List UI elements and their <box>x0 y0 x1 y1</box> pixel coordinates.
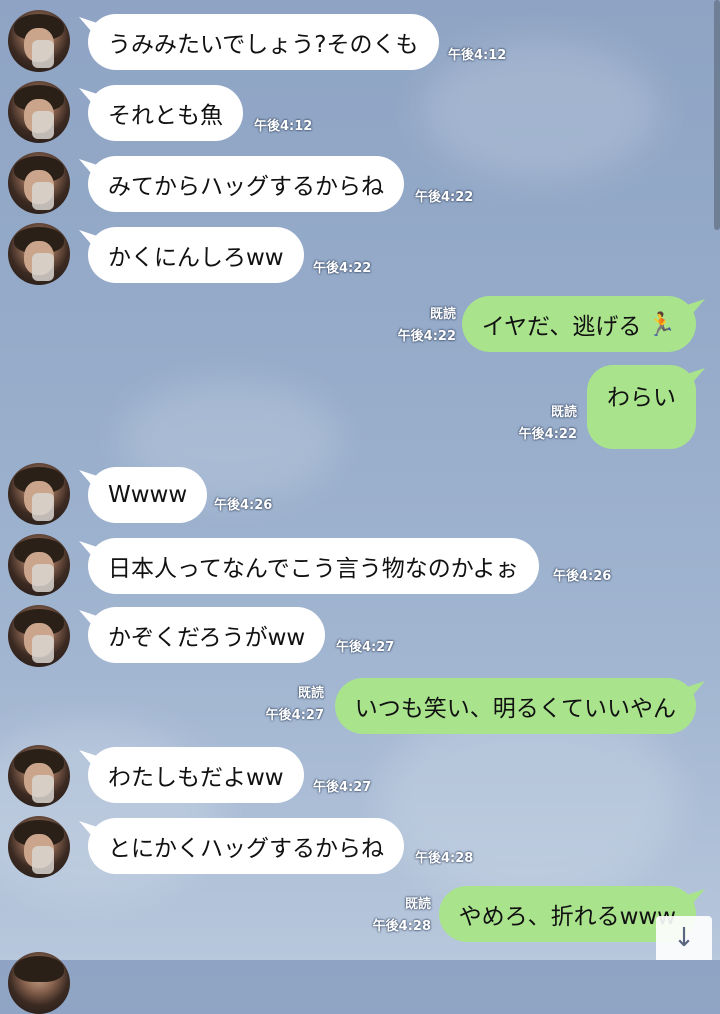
incoming-bubble[interactable]: とにかくハッグするからね <box>88 818 404 874</box>
incoming-bubble[interactable]: Wwww <box>88 467 208 523</box>
timestamp: 午後4:22 <box>518 427 577 442</box>
incoming-bubble[interactable]: うみみたいでしょう?そのくも <box>88 14 439 70</box>
read-receipt: 既読 <box>550 405 577 420</box>
avatar[interactable] <box>8 81 70 143</box>
timestamp: 午後4:27 <box>265 708 324 723</box>
message-text: イヤだ、逃げる <box>481 314 642 340</box>
read-receipt: 既読 <box>404 897 431 912</box>
read-receipt: 既読 <box>429 307 456 322</box>
running-person-icon: 🏃 <box>647 311 676 338</box>
outgoing-bubble[interactable]: イヤだ、逃げる 🏃 <box>461 296 696 352</box>
avatar[interactable] <box>8 463 70 525</box>
avatar[interactable] <box>8 745 70 807</box>
timestamp: 午後4:27 <box>313 780 372 795</box>
incoming-bubble[interactable]: 日本人ってなんでこう言う物なのかよぉ <box>88 538 539 594</box>
incoming-bubble[interactable]: それとも魚 <box>88 85 243 141</box>
read-receipt: 既読 <box>297 686 324 701</box>
timestamp: 午後4:22 <box>415 190 474 205</box>
timestamp: 午後4:28 <box>372 919 431 934</box>
timestamp: 午後4:27 <box>336 640 395 655</box>
incoming-bubble[interactable]: みてからハッグするからね <box>88 156 404 212</box>
outgoing-bubble[interactable]: わらい <box>587 365 696 449</box>
avatar[interactable] <box>8 816 70 878</box>
timestamp: 午後4:26 <box>214 498 273 513</box>
timestamp: 午後4:22 <box>397 329 456 344</box>
timestamp: 午後4:12 <box>448 48 507 63</box>
avatar[interactable] <box>8 952 70 1014</box>
timestamp: 午後4:12 <box>254 119 313 134</box>
avatar[interactable] <box>8 10 70 72</box>
incoming-bubble[interactable]: かくにんしろww <box>88 227 304 283</box>
avatar[interactable] <box>8 534 70 596</box>
arrow-down-icon[interactable]: ↓ <box>656 916 712 960</box>
timestamp: 午後4:28 <box>415 851 474 866</box>
avatar[interactable] <box>8 605 70 667</box>
avatar[interactable] <box>8 223 70 285</box>
incoming-bubble[interactable]: わたしもだよww <box>88 747 304 803</box>
scrollbar[interactable] <box>714 0 720 230</box>
timestamp: 午後4:22 <box>313 261 372 276</box>
outgoing-bubble[interactable]: いつも笑い、明るくていいやん <box>334 678 696 734</box>
avatar[interactable] <box>8 152 70 214</box>
incoming-bubble[interactable]: かぞくだろうがww <box>88 607 326 663</box>
timestamp: 午後4:26 <box>553 569 612 584</box>
